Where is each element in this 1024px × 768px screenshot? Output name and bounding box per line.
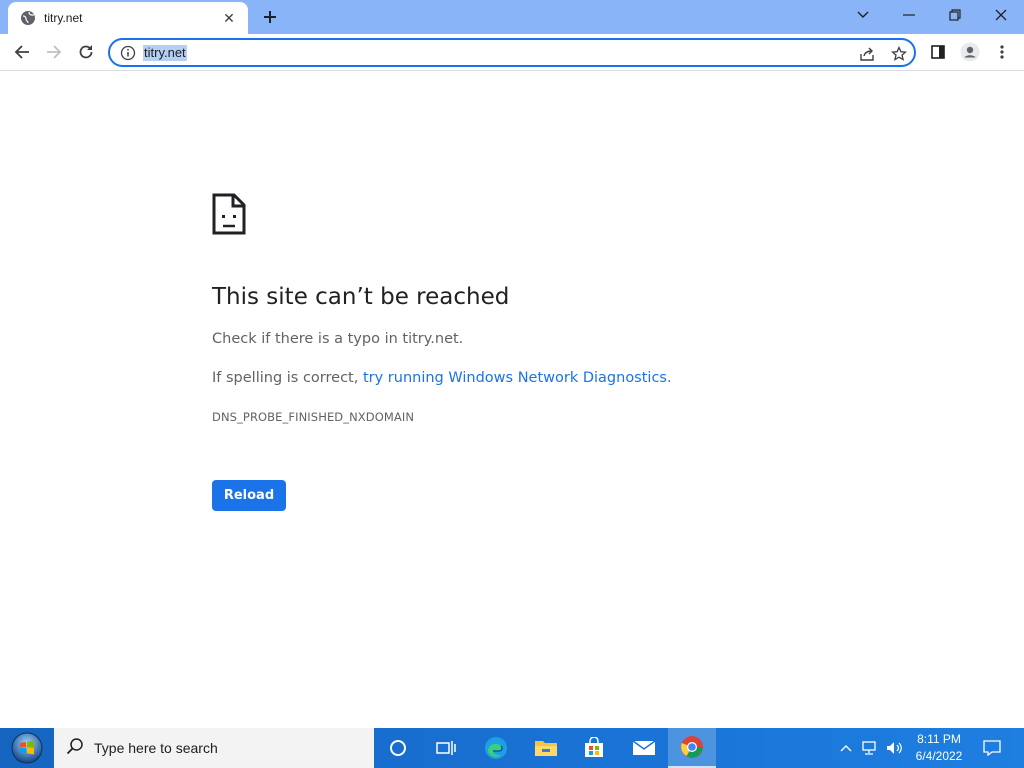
diagnostics-hint: If spelling is correct, try running Wind… [212, 370, 672, 386]
error-title: This site can’t be reached [212, 284, 510, 310]
address-bar[interactable]: titry.net [108, 38, 916, 67]
network-icon[interactable] [858, 728, 882, 768]
chrome-taskbar-icon[interactable] [668, 728, 716, 768]
restore-button[interactable] [932, 0, 978, 30]
globe-icon [20, 10, 36, 26]
search-icon [66, 737, 84, 760]
network-diagnostics-link[interactable]: try running Windows Network Diagnostics [363, 370, 667, 386]
error-code: DNS_PROBE_FINISHED_NXDOMAIN [212, 410, 415, 424]
url-text[interactable]: titry.net [143, 45, 187, 61]
forward-button[interactable] [40, 38, 68, 66]
start-button[interactable] [0, 728, 54, 768]
taskbar-clock[interactable]: 8:11 PM 6/4/2022 [906, 731, 972, 765]
reload-icon[interactable] [72, 38, 100, 66]
notifications-icon[interactable] [978, 728, 1006, 768]
sad-page-icon [212, 193, 246, 235]
diagnostics-suffix: . [666, 370, 672, 386]
clock-date: 6/4/2022 [915, 749, 963, 763]
cortana-icon[interactable] [374, 728, 422, 768]
diagnostics-prefix: If spelling is correct, [212, 370, 363, 386]
share-icon[interactable] [856, 43, 878, 65]
minimize-button[interactable] [886, 0, 932, 30]
volume-icon[interactable] [884, 728, 906, 768]
back-button[interactable] [8, 38, 36, 66]
tab-search-chevron-icon[interactable] [840, 0, 886, 30]
menu-kebab-icon[interactable] [988, 38, 1016, 66]
show-hidden-icons-chevron[interactable] [836, 728, 856, 768]
error-page: This site can’t be reached Check if ther… [0, 71, 1024, 728]
side-panel-icon[interactable] [924, 38, 952, 66]
tab-strip: titry.net ✕ [0, 0, 1024, 34]
typo-hint: Check if there is a typo in titry.net. [212, 331, 464, 347]
close-tab-icon[interactable]: ✕ [220, 9, 238, 27]
browser-toolbar: titry.net [0, 34, 1024, 71]
file-explorer-icon[interactable] [522, 728, 570, 768]
reload-button[interactable]: Reload [212, 480, 286, 511]
mail-icon[interactable] [620, 728, 668, 768]
clock-time: 8:11 PM [917, 732, 961, 746]
close-window-button[interactable] [978, 0, 1024, 30]
windows-taskbar: Type here to search 8:11 PM 6/4/2022 [0, 728, 1024, 768]
tab-titry[interactable]: titry.net ✕ [8, 2, 248, 34]
search-placeholder: Type here to search [94, 740, 218, 756]
edge-icon[interactable] [472, 728, 520, 768]
task-view-icon[interactable] [422, 728, 470, 768]
tab-title: titry.net [44, 11, 83, 25]
microsoft-store-icon[interactable] [570, 728, 618, 768]
new-tab-button[interactable] [258, 6, 282, 28]
site-info-icon[interactable] [120, 45, 136, 61]
profile-avatar-icon[interactable] [956, 38, 984, 66]
bookmark-star-icon[interactable] [888, 43, 910, 65]
taskbar-search[interactable]: Type here to search [54, 728, 374, 768]
